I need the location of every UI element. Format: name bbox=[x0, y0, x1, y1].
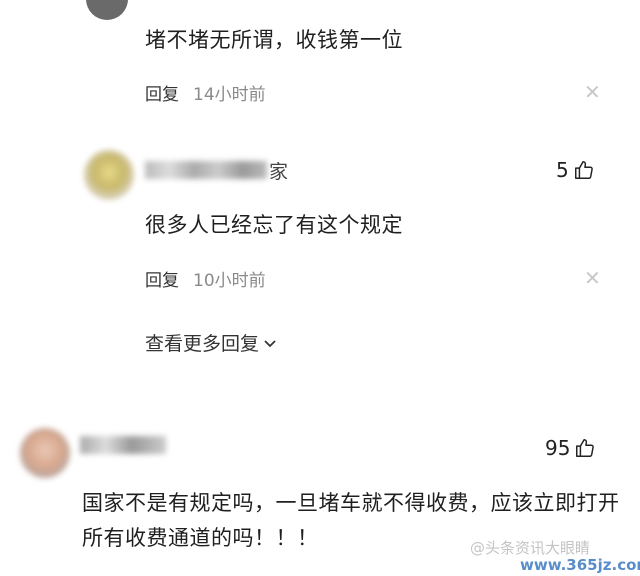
username[interactable]: 家 bbox=[145, 158, 289, 183]
close-icon[interactable]: ✕ bbox=[584, 266, 601, 290]
username-visible-part: 家 bbox=[269, 160, 289, 183]
avatar[interactable] bbox=[84, 150, 134, 200]
comment-text: 很多人已经忘了有这个规定 bbox=[145, 213, 403, 237]
comment-meta: 回复 10小时前 bbox=[145, 266, 266, 291]
watermark-site: www.365jz.com bbox=[520, 556, 640, 574]
view-more-replies-button[interactable]: 查看更多回复 bbox=[145, 329, 277, 356]
watermark-text: @头条资讯大眼睛 bbox=[470, 539, 591, 557]
thumbs-up-icon bbox=[574, 161, 593, 179]
timestamp: 14小时前 bbox=[193, 85, 266, 105]
reply-button[interactable]: 回复 bbox=[145, 271, 179, 291]
username-redacted bbox=[145, 161, 267, 179]
reply-button[interactable]: 回复 bbox=[145, 85, 179, 105]
avatar[interactable] bbox=[20, 428, 70, 478]
username-redacted[interactable] bbox=[80, 436, 166, 454]
view-more-label: 查看更多回复 bbox=[145, 333, 260, 355]
close-icon[interactable]: ✕ bbox=[584, 80, 601, 104]
watermark-site-text: www.365jz.com bbox=[520, 556, 640, 574]
like-count: 5 bbox=[556, 158, 569, 182]
like-button[interactable]: 5 bbox=[556, 158, 595, 182]
thumbs-up-icon bbox=[576, 439, 595, 457]
chevron-down-icon bbox=[264, 339, 276, 347]
watermark: @头条资讯大眼睛 bbox=[470, 537, 590, 558]
like-count: 95 bbox=[545, 436, 571, 460]
timestamp: 10小时前 bbox=[193, 271, 266, 291]
avatar[interactable] bbox=[86, 0, 128, 20]
comment-meta: 回复 14小时前 bbox=[145, 80, 266, 105]
comment-text: 堵不堵无所谓，收钱第一位 bbox=[145, 28, 403, 52]
like-button[interactable]: 95 bbox=[545, 436, 596, 460]
